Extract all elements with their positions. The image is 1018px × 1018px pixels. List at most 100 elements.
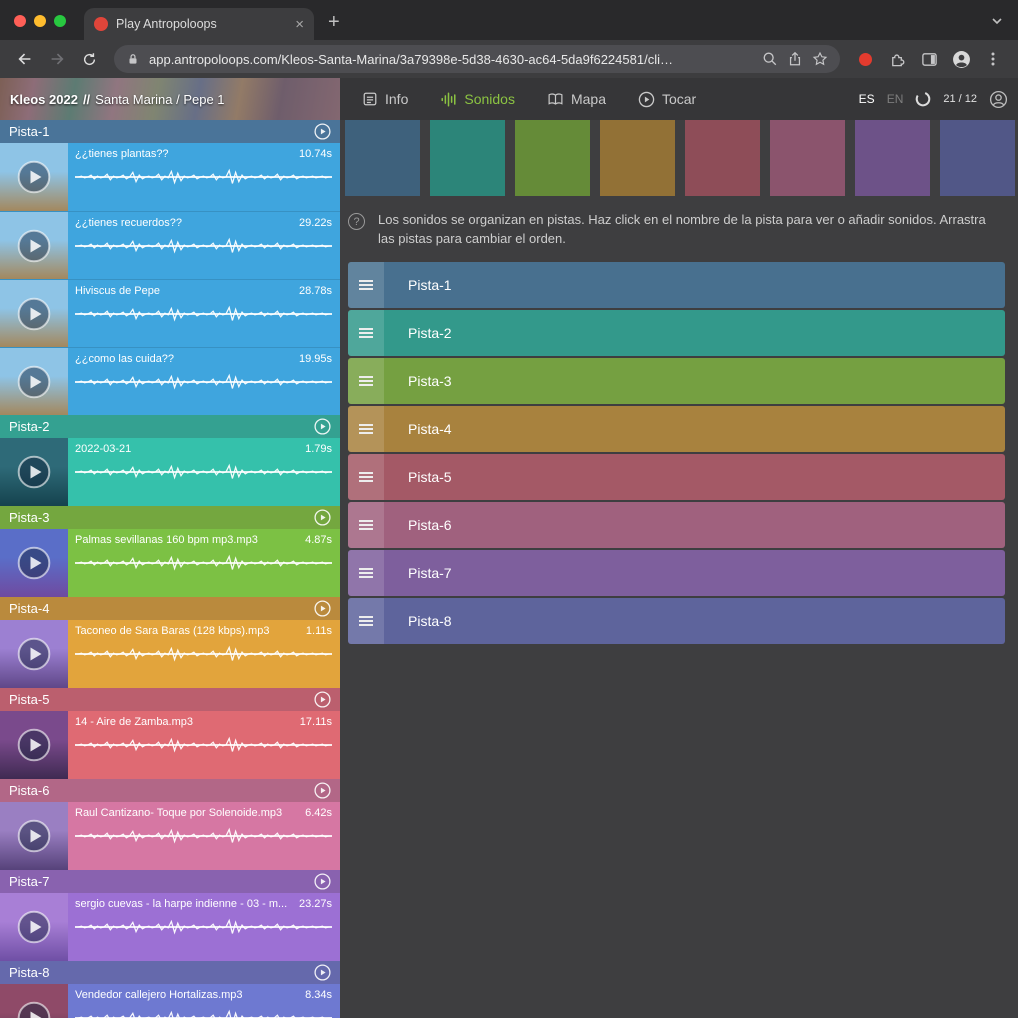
track-bar-label[interactable]: Pista-8 [408,613,452,629]
track-play-button[interactable] [314,123,331,140]
breadcrumb-path[interactable]: Santa Marina / Pepe 1 [95,92,224,107]
tab-close-icon[interactable]: × [295,17,304,32]
lock-icon[interactable] [126,51,140,67]
drag-handle[interactable] [348,502,384,548]
sound-row[interactable]: sergio cuevas - la harpe indienne - 03 -… [0,893,340,961]
waveform[interactable] [75,641,332,667]
sound-play-overlay-icon[interactable] [17,365,51,399]
nav-item-mapa[interactable]: Mapa [547,91,606,107]
browser-tab[interactable]: Play Antropoloops × [84,8,314,40]
sound-row[interactable]: Raul Cantizano- Toque por Solenoide.mp36… [0,802,340,870]
waveform[interactable] [75,233,332,259]
drag-handle[interactable] [348,262,384,308]
waveform[interactable] [75,823,332,849]
sound-thumbnail[interactable] [0,620,68,688]
sound-row[interactable]: ¿¿como las cuida??19.95s [0,347,340,415]
track-order-bar[interactable]: Pista-6 [348,502,1005,548]
breadcrumb[interactable]: Kleos 2022 // Santa Marina / Pepe 1 [0,78,340,120]
waveform[interactable] [75,914,332,940]
browser-menu-kebab-icon[interactable] [978,44,1008,74]
track-swatch[interactable] [770,120,845,196]
track-header[interactable]: Pista-6 [0,779,340,802]
track-swatch[interactable] [685,120,760,196]
track-header[interactable]: Pista-7 [0,870,340,893]
track-bar-label[interactable]: Pista-4 [408,421,452,437]
track-swatch[interactable] [940,120,1015,196]
track-bar-label[interactable]: Pista-3 [408,373,452,389]
track-swatch[interactable] [430,120,505,196]
waveform[interactable] [75,301,332,327]
sound-thumbnail[interactable] [0,438,68,506]
nav-item-sonidos[interactable]: Sonidos [440,91,515,108]
back-button[interactable] [10,44,40,74]
track-header[interactable]: Pista-5 [0,688,340,711]
address-bar[interactable]: app.antropoloops.com/Kleos-Santa-Marina/… [114,45,840,73]
sound-thumbnail[interactable] [0,711,68,779]
language-es[interactable]: ES [859,92,875,106]
track-swatch[interactable] [855,120,930,196]
track-header[interactable]: Pista-3 [0,506,340,529]
sound-thumbnail[interactable] [0,143,68,211]
sound-play-overlay-icon[interactable] [17,455,51,489]
track-play-button[interactable] [314,782,331,799]
zoom-icon[interactable] [762,51,778,67]
waveform[interactable] [75,369,332,395]
track-order-bar[interactable]: Pista-5 [348,454,1005,500]
drag-handle[interactable] [348,598,384,644]
waveform[interactable] [75,1005,332,1018]
sound-thumbnail[interactable] [0,893,68,961]
sound-play-overlay-icon[interactable] [17,160,51,194]
url-text[interactable]: app.antropoloops.com/Kleos-Santa-Marina/… [149,52,753,67]
sound-row[interactable]: Hiviscus de Pepe28.78s [0,279,340,347]
sound-row[interactable]: 2022-03-211.79s [0,438,340,506]
language-en[interactable]: EN [887,92,904,106]
track-order-bar[interactable]: Pista-7 [348,550,1005,596]
sound-thumbnail[interactable] [0,529,68,597]
drag-handle[interactable] [348,406,384,452]
track-header[interactable]: Pista-8 [0,961,340,984]
sound-thumbnail[interactable] [0,348,68,415]
track-play-button[interactable] [314,418,331,435]
extensions-puzzle-icon[interactable] [882,44,912,74]
account-icon[interactable] [989,90,1008,109]
waveform[interactable] [75,459,332,485]
track-header[interactable]: Pista-1 [0,120,340,143]
drag-handle[interactable] [348,454,384,500]
track-bar-label[interactable]: Pista-6 [408,517,452,533]
sound-row[interactable]: Palmas sevillanas 160 bpm mp3.mp34.87s [0,529,340,597]
track-header[interactable]: Pista-4 [0,597,340,620]
reload-button[interactable] [74,44,104,74]
waveform[interactable] [75,164,332,190]
track-swatch[interactable] [345,120,420,196]
sound-play-overlay-icon[interactable] [17,728,51,762]
track-play-button[interactable] [314,873,331,890]
new-tab-button[interactable]: + [328,12,340,32]
bookmark-star-icon[interactable] [812,51,828,67]
track-order-bar[interactable]: Pista-4 [348,406,1005,452]
sound-row[interactable]: Vendedor callejero Hortalizas.mp38.34s [0,984,340,1018]
waveform[interactable] [75,550,332,576]
track-order-bar[interactable]: Pista-3 [348,358,1005,404]
drag-handle[interactable] [348,310,384,356]
waveform[interactable] [75,732,332,758]
sound-row[interactable]: Taconeo de Sara Baras (128 kbps).mp31.11… [0,620,340,688]
macos-zoom-button[interactable] [54,15,66,27]
sound-play-overlay-icon[interactable] [17,297,51,331]
recording-extension-icon[interactable] [850,44,880,74]
sound-play-overlay-icon[interactable] [17,546,51,580]
track-order-bar[interactable]: Pista-1 [348,262,1005,308]
track-play-button[interactable] [314,600,331,617]
breadcrumb-project[interactable]: Kleos 2022 [10,92,78,107]
forward-button[interactable] [42,44,72,74]
track-play-button[interactable] [314,509,331,526]
track-bar-label[interactable]: Pista-5 [408,469,452,485]
track-play-button[interactable] [314,964,331,981]
track-header[interactable]: Pista-2 [0,415,340,438]
sound-thumbnail[interactable] [0,984,68,1018]
track-play-button[interactable] [314,691,331,708]
share-icon[interactable] [787,51,803,67]
nav-item-tocar[interactable]: Tocar [638,91,696,108]
track-swatch[interactable] [515,120,590,196]
drag-handle[interactable] [348,550,384,596]
track-bar-label[interactable]: Pista-1 [408,277,452,293]
